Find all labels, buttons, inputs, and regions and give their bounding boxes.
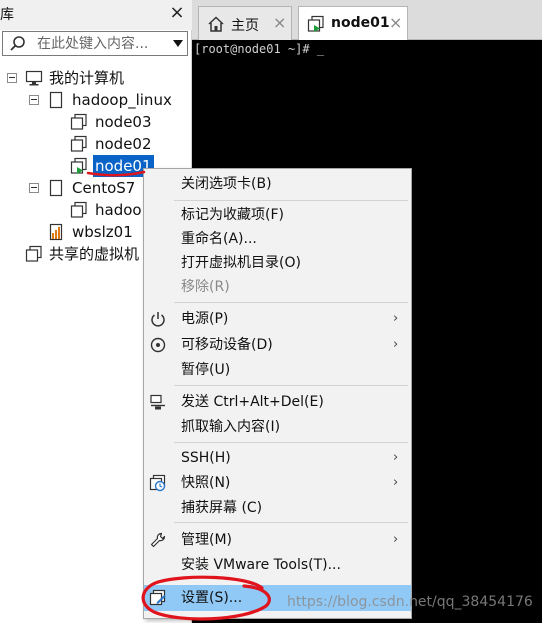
- menu-label: 管理(M): [181, 532, 233, 548]
- menu-separator: [174, 302, 408, 303]
- vm-running-icon: [70, 157, 87, 174]
- disc-icon: [150, 337, 166, 353]
- tree-label: node03: [95, 113, 152, 131]
- vm-icon: [70, 201, 87, 218]
- menu-label: 抓取输入内容(I): [181, 419, 281, 435]
- menu-separator: [174, 200, 408, 201]
- tree-label: 共享的虚拟机: [49, 245, 140, 263]
- menu-label: 捕获屏幕 (C): [181, 500, 263, 516]
- menu-separator: [174, 522, 408, 523]
- tab-label: 主页: [231, 18, 259, 34]
- vm-icon: [70, 135, 87, 152]
- watermark: https://blog.csdn.net/qq_38454176: [287, 594, 533, 610]
- search-input[interactable]: [37, 34, 165, 53]
- tree-label: CentoS7: [72, 179, 136, 197]
- menu-label: 打开虚拟机目录(O): [181, 255, 301, 271]
- tree-item-my-computer[interactable]: 我的计算机: [0, 67, 190, 89]
- menu-item-removable-devices[interactable]: 可移动设备(D) ›: [144, 333, 411, 357]
- tree-label: hadoo: [95, 201, 142, 219]
- settings-icon: [149, 589, 166, 606]
- menu-label: 标记为收藏项(F): [181, 207, 284, 223]
- tab-home[interactable]: 主页 ×: [198, 6, 292, 40]
- menu-label: 安装 VMware Tools(T)...: [181, 557, 341, 573]
- menu-label: 重命名(A)...: [181, 231, 257, 247]
- collapse-toggle[interactable]: [29, 183, 39, 193]
- menu-item-manage[interactable]: 管理(M) ›: [144, 528, 411, 552]
- menu-label: 发送 Ctrl+Alt+Del(E): [181, 394, 324, 410]
- submenu-arrow-icon: ›: [393, 337, 399, 352]
- menu-item-send-ctrl-alt-del[interactable]: 发送 Ctrl+Alt+Del(E): [144, 390, 411, 414]
- submenu-arrow-icon: ›: [393, 450, 399, 465]
- shared-vms-icon: [25, 245, 42, 262]
- menu-item-snapshot[interactable]: 快照(N) ›: [144, 471, 411, 495]
- library-close-button[interactable]: ×: [168, 3, 186, 23]
- vm-running-icon: [307, 15, 324, 32]
- menu-separator: [174, 385, 408, 386]
- menu-label: 电源(P): [181, 311, 229, 327]
- tree-item-hadoop-linux[interactable]: hadoop_linux: [0, 89, 190, 111]
- menu-item-open-vm-dir[interactable]: 打开虚拟机目录(O): [144, 251, 411, 275]
- menu-item-mark-favorite[interactable]: 标记为收藏项(F): [144, 203, 411, 227]
- search-dropdown-arrow[interactable]: [173, 40, 183, 47]
- console-prompt: [root@node01 ~]# _: [194, 42, 325, 56]
- collapse-toggle[interactable]: [7, 73, 17, 83]
- submenu-arrow-icon: ›: [393, 475, 399, 490]
- search-icon: [10, 36, 25, 51]
- library-search-box[interactable]: [2, 31, 188, 56]
- menu-item-ssh[interactable]: SSH(H) ›: [144, 446, 411, 470]
- tree-label: node02: [95, 135, 152, 153]
- menu-label: 可移动设备(D): [181, 337, 273, 353]
- menu-item-grab-input[interactable]: 抓取输入内容(I): [144, 415, 411, 439]
- keyboard-send-icon: [150, 394, 165, 410]
- tree-item-node03[interactable]: node03: [0, 111, 190, 133]
- menu-item-close-tab[interactable]: 关闭选项卡(B): [144, 172, 411, 196]
- tree-label: 我的计算机: [49, 69, 125, 87]
- folder-icon: [49, 179, 63, 197]
- home-icon: [208, 16, 224, 32]
- computer-icon: [25, 70, 43, 86]
- menu-item-capture-screen[interactable]: 捕获屏幕 (C): [144, 496, 411, 520]
- menu-item-power[interactable]: 电源(P) ›: [144, 307, 411, 331]
- tab-close-button[interactable]: ×: [273, 13, 286, 32]
- menu-item-pause[interactable]: 暂停(U): [144, 358, 411, 382]
- snapshot-icon: [149, 474, 166, 492]
- menu-item-rename[interactable]: 重命名(A)...: [144, 227, 411, 251]
- menu-item-install-vmware-tools[interactable]: 安装 VMware Tools(T)...: [144, 553, 411, 577]
- submenu-arrow-icon: ›: [393, 532, 399, 547]
- menu-label: 移除(R): [181, 279, 230, 295]
- tab-bar: 主页 × node01 ×: [192, 0, 542, 40]
- menu-label: 快照(N): [181, 475, 231, 491]
- wrench-icon: [150, 532, 166, 548]
- tab-close-button[interactable]: ×: [389, 13, 402, 32]
- vm-stats-icon: [49, 223, 63, 241]
- collapse-toggle[interactable]: [29, 95, 39, 105]
- tree-item-node02[interactable]: node02: [0, 133, 190, 155]
- menu-label: 设置(S)...: [181, 590, 243, 606]
- menu-label: SSH(H): [181, 450, 231, 466]
- vm-icon: [70, 113, 87, 130]
- library-title: 库: [0, 7, 14, 23]
- library-header: 库 ×: [0, 0, 192, 30]
- tree-label: wbslz01: [72, 223, 133, 241]
- tab-label: node01: [331, 15, 390, 31]
- power-icon: [151, 312, 165, 327]
- tree-label: hadoop_linux: [72, 91, 172, 109]
- tab-node01[interactable]: node01 ×: [298, 6, 408, 40]
- menu-label: 关闭选项卡(B): [181, 176, 272, 192]
- menu-separator: [174, 442, 408, 443]
- context-menu: 关闭选项卡(B) 标记为收藏项(F) 重命名(A)... 打开虚拟机目录(O) …: [143, 168, 412, 619]
- menu-item-remove: 移除(R): [144, 275, 411, 299]
- folder-icon: [49, 91, 63, 109]
- submenu-arrow-icon: ›: [393, 311, 399, 326]
- menu-label: 暂停(U): [181, 362, 231, 378]
